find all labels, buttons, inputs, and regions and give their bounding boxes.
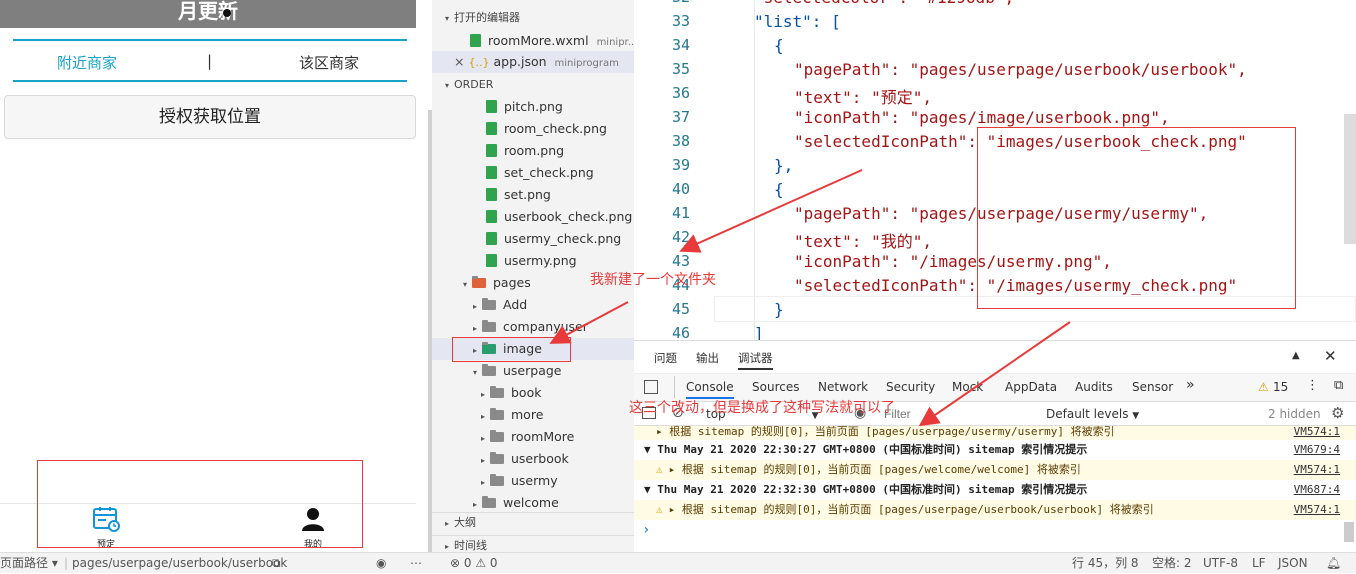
- arrow-to-line-43: [679, 169, 863, 253]
- annotation-new-folder: 我新建了一个文件夹: [590, 272, 716, 288]
- arrow-to-image-folder: [549, 301, 629, 344]
- copy-icon[interactable]: ⧉: [272, 553, 281, 574]
- line-ending[interactable]: LF: [1252, 553, 1266, 574]
- cursor-position[interactable]: 行 45，列 8: [1072, 553, 1139, 574]
- language-mode[interactable]: JSON: [1278, 553, 1308, 574]
- preview-eye-icon[interactable]: ◉: [376, 553, 386, 574]
- bell-icon[interactable]: 🔔︎: [1326, 553, 1341, 574]
- page-path-dropdown[interactable]: 页面路径 ▾: [0, 553, 58, 574]
- more-icon[interactable]: ⋯: [410, 553, 422, 574]
- annotation-changes: 这三个改动，但是换成了这种写法就可以了: [629, 400, 895, 416]
- arrow-to-console: [918, 321, 1071, 427]
- problems-count[interactable]: ⊗ 0 ⚠ 0: [450, 553, 498, 574]
- status-separator: |: [64, 556, 69, 570]
- indentation[interactable]: 空格: 2: [1152, 553, 1192, 574]
- encoding[interactable]: UTF-8: [1203, 553, 1238, 574]
- page-path: pages/userpage/userbook/userbook: [72, 556, 288, 570]
- status-bar: 页面路径 ▾ | pages/userpage/userbook/userboo…: [0, 552, 1356, 573]
